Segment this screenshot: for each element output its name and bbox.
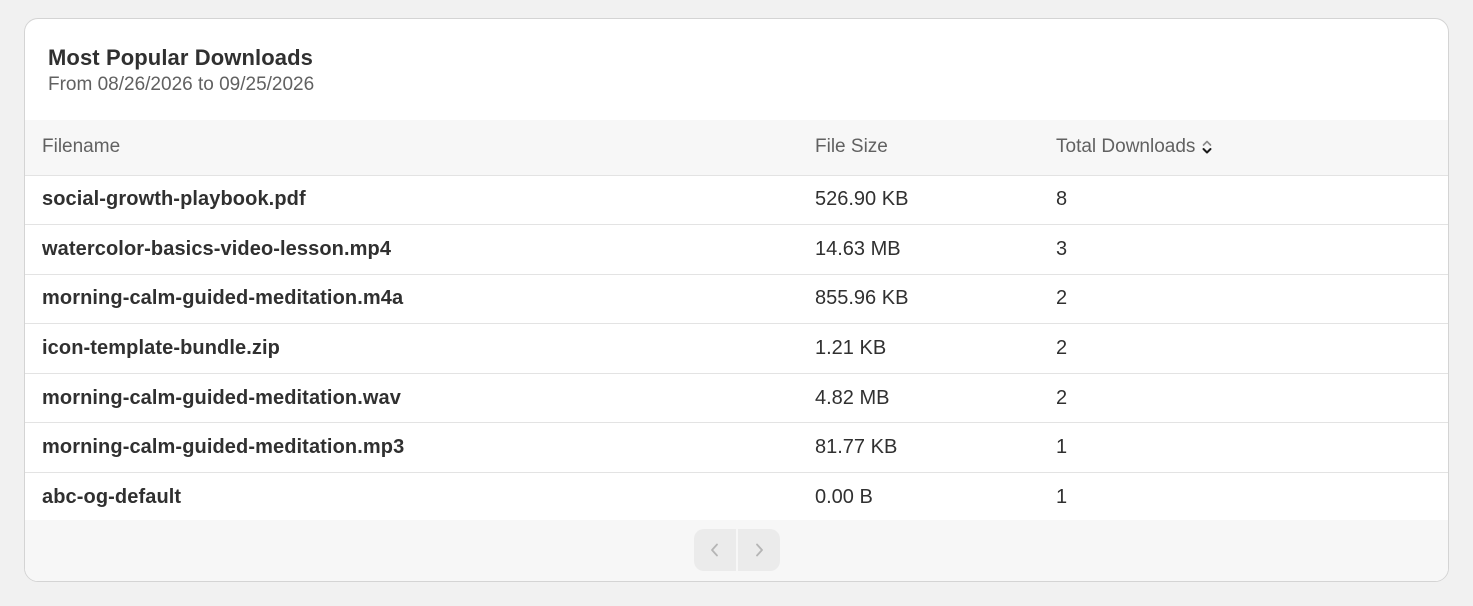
cell-filename: watercolor-basics-video-lesson.mp4 [42, 237, 392, 260]
cell-total-downloads: 1 [1056, 485, 1068, 508]
table-row: morning-calm-guided-meditation.mp3 81.77… [25, 423, 1448, 473]
table-body: social-growth-playbook.pdf 526.90 KB 8 w… [25, 175, 1448, 523]
column-header-total-downloads-label: Total Downloads [1056, 136, 1196, 158]
card-title: Most Popular Downloads [48, 45, 313, 70]
cell-file-size: 526.90 KB [815, 188, 909, 211]
downloads-card: Most Popular Downloads From 08/26/2026 t… [24, 18, 1449, 582]
card-subtitle: From 08/26/2026 to 09/25/2026 [48, 74, 315, 95]
table-row: morning-calm-guided-meditation.wav 4.82 … [25, 373, 1448, 423]
cell-filename: morning-calm-guided-meditation.m4a [42, 287, 404, 310]
table-header-row: Filename File Size Total Downloads [25, 120, 1448, 175]
cell-total-downloads: 8 [1056, 188, 1068, 211]
pagination-footer [25, 520, 1448, 581]
table-row: morning-calm-guided-meditation.m4a 855.9… [25, 274, 1448, 324]
table-row: abc-og-default 0.00 B 1 [25, 473, 1448, 523]
cell-total-downloads: 2 [1056, 386, 1068, 409]
previous-page-button[interactable] [693, 528, 736, 571]
downloads-table: Filename File Size Total Downloads socia… [25, 120, 1448, 523]
table-row: social-growth-playbook.pdf 526.90 KB 8 [25, 175, 1448, 225]
cell-total-downloads: 3 [1056, 237, 1068, 260]
card-header: Most Popular Downloads From 08/26/2026 t… [25, 19, 1448, 120]
pagination [693, 528, 780, 571]
cell-file-size: 4.82 MB [815, 386, 890, 409]
cell-filename: morning-calm-guided-meditation.wav [42, 386, 401, 409]
cell-file-size: 14.63 MB [815, 237, 901, 260]
table-row: icon-template-bundle.zip 1.21 KB 2 [25, 324, 1448, 374]
next-page-button[interactable] [737, 528, 780, 571]
chevron-left-icon [710, 543, 718, 556]
cell-total-downloads: 1 [1056, 436, 1068, 459]
cell-file-size: 855.96 KB [815, 287, 909, 310]
cell-file-size: 81.77 KB [815, 436, 898, 459]
table-row: watercolor-basics-video-lesson.mp4 14.63… [25, 225, 1448, 275]
column-header-filename: Filename [42, 136, 121, 158]
cell-total-downloads: 2 [1056, 287, 1068, 310]
cell-file-size: 0.00 B [815, 485, 873, 508]
column-header-file-size: File Size [815, 136, 888, 158]
column-header-total-downloads[interactable]: Total Downloads [1039, 120, 1448, 175]
cell-filename: icon-template-bundle.zip [42, 337, 280, 360]
table-header: Filename File Size Total Downloads [25, 120, 1448, 175]
cell-file-size: 1.21 KB [815, 337, 887, 360]
cell-filename: social-growth-playbook.pdf [42, 188, 306, 211]
cell-total-downloads: 2 [1056, 337, 1068, 360]
cell-filename: abc-og-default [42, 485, 182, 508]
sort-icon[interactable] [1201, 137, 1213, 157]
cell-filename: morning-calm-guided-meditation.mp3 [42, 436, 405, 459]
chevron-right-icon [755, 543, 763, 556]
